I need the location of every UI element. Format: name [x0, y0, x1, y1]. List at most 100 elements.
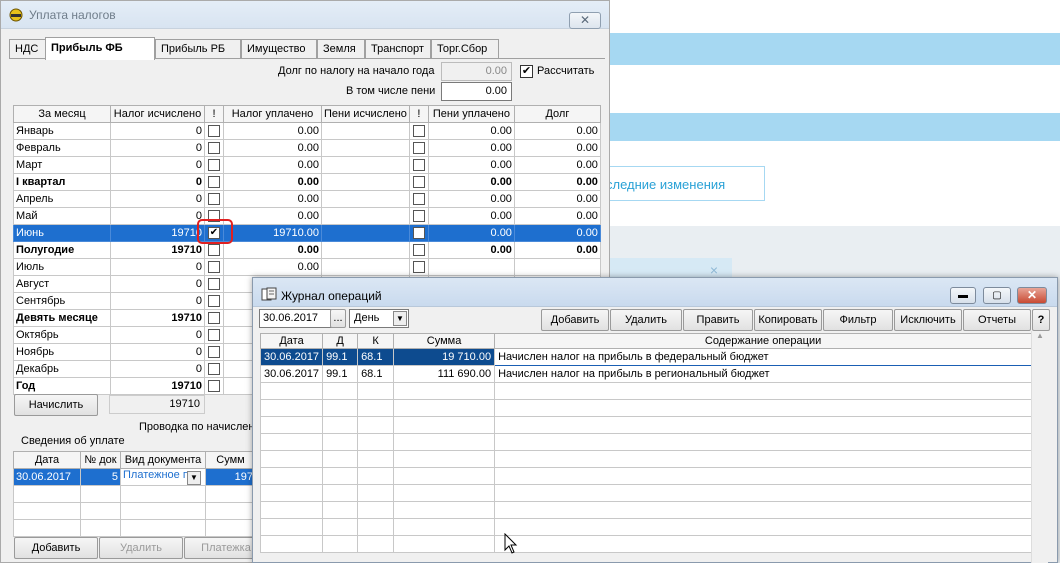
j-col-content[interactable]: Содержание операции — [494, 333, 1033, 349]
tax-flag-checkbox[interactable] — [208, 159, 220, 172]
tax-calc-cell[interactable]: 0 — [110, 173, 205, 191]
journal-row[interactable]: 30.06.2017 99.1 68.1 19 710.00 Начислен нало… — [259, 348, 1033, 366]
month-cell[interactable]: Девять месяце — [13, 309, 111, 327]
j-content[interactable]: Начислен налог на прибыль в региональный… — [494, 365, 1033, 383]
j-sum[interactable]: 111 690.00 — [393, 365, 496, 383]
journal-close-button[interactable]: ✕ — [1017, 287, 1047, 304]
tab-transport[interactable]: Транспорт — [365, 39, 431, 59]
pen-flag-checkbox[interactable] — [412, 176, 425, 189]
add-payment-button[interactable]: Добавить — [14, 537, 98, 559]
pen-flag-cell[interactable] — [408, 173, 429, 191]
month-cell[interactable]: Февраль — [13, 139, 111, 157]
tax-paid-cell[interactable]: 0.00 — [223, 241, 322, 259]
tax-flag-cell[interactable] — [204, 343, 224, 361]
pay-col-sum[interactable]: Сумм — [205, 451, 256, 469]
col-pen-calc[interactable]: Пени исчислено — [321, 105, 410, 123]
date-picker-button[interactable]: ... — [330, 309, 346, 328]
tax-flag-checkbox[interactable] — [208, 193, 220, 206]
period-dropdown-icon[interactable]: ▼ — [393, 311, 407, 326]
pen-calc-cell[interactable] — [321, 122, 410, 140]
tax-paid-cell[interactable]: 0.00 — [223, 258, 322, 276]
pen-flag-checkbox[interactable] — [412, 227, 425, 240]
bg-close-icon[interactable]: × — [710, 262, 718, 278]
pay-col-date[interactable]: Дата — [13, 451, 81, 469]
tax-flag-cell[interactable] — [204, 377, 224, 395]
tax-row[interactable]: I квартал 0 0.00 0.00 0.00 — [13, 173, 601, 191]
tax-row[interactable]: Февраль 0 0.00 0.00 0.00 — [13, 139, 601, 157]
tax-calc-cell[interactable]: 19710 — [110, 377, 205, 395]
pay-col-type[interactable]: Вид документа — [120, 451, 206, 469]
tax-flag-cell[interactable] — [204, 258, 224, 276]
j-col-sum[interactable]: Сумма — [393, 333, 496, 349]
tax-row[interactable]: Апрель 0 0.00 0.00 0.00 — [13, 190, 601, 208]
tax-row[interactable]: Январь 0 0.00 0.00 0.00 — [13, 122, 601, 140]
tax-calc-cell[interactable]: 19710 — [110, 241, 205, 259]
tab-land[interactable]: Земля — [317, 39, 365, 59]
tax-flag-cell[interactable] — [204, 139, 224, 157]
tax-flag-checkbox[interactable] — [208, 329, 220, 342]
tax-flag-checkbox[interactable] — [208, 125, 220, 138]
pen-flag-checkbox[interactable] — [412, 193, 425, 206]
journal-scrollbar[interactable]: ▲ — [1031, 331, 1048, 563]
journal-edit-button[interactable]: Править — [683, 309, 753, 331]
tax-flag-cell[interactable] — [204, 190, 224, 208]
month-cell[interactable]: Апрель — [13, 190, 111, 208]
pen-paid-cell[interactable]: 0.00 — [427, 207, 515, 225]
month-cell[interactable]: Октябрь — [13, 326, 111, 344]
tax-row[interactable]: Полугодие 19710 0.00 0.00 0.00 — [13, 241, 601, 259]
month-cell[interactable]: Год — [13, 377, 111, 395]
pen-paid-cell[interactable]: 0.00 — [427, 122, 515, 140]
delete-payment-button[interactable]: Удалить — [99, 537, 183, 559]
pen-calc-cell[interactable] — [321, 139, 410, 157]
calc-button[interactable]: Начислить — [14, 394, 98, 416]
month-cell[interactable]: I квартал — [13, 173, 111, 191]
scroll-up-icon[interactable]: ▲ — [1036, 331, 1044, 340]
month-cell[interactable]: Январь — [13, 122, 111, 140]
dropdown-arrow-icon[interactable]: ▼ — [187, 471, 201, 485]
debt-cell[interactable] — [513, 258, 601, 276]
debt-cell[interactable]: 0.00 — [513, 173, 601, 191]
tax-paid-cell[interactable]: 0.00 — [223, 122, 322, 140]
tax-calc-cell[interactable]: 0 — [110, 122, 205, 140]
col-tax-calc[interactable]: Налог исчислено — [110, 105, 205, 123]
tax-calc-cell[interactable]: 0 — [110, 190, 205, 208]
period-select[interactable]: День ▼ — [349, 309, 409, 328]
month-cell[interactable]: Март — [13, 156, 111, 174]
help-button[interactable]: ? — [1032, 309, 1050, 331]
journal-add-button[interactable]: Добавить — [541, 309, 609, 331]
month-cell[interactable]: Ноябрь — [13, 343, 111, 361]
debt-cell[interactable]: 0.00 — [513, 156, 601, 174]
tax-calc-cell[interactable]: 0 — [110, 360, 205, 378]
month-cell[interactable]: Декабрь — [13, 360, 111, 378]
pen-paid-cell[interactable]: 0.00 — [427, 190, 515, 208]
j-date[interactable]: 30.06.2017 — [259, 348, 324, 366]
tax-row[interactable]: Май 0 0.00 0.00 0.00 — [13, 207, 601, 225]
tax-flag-cell[interactable] — [204, 292, 224, 310]
pen-flag-cell[interactable] — [408, 241, 429, 259]
j-date[interactable]: 30.06.2017 — [259, 365, 324, 383]
tax-flag-checkbox[interactable] — [208, 295, 220, 308]
tax-flag-cell[interactable] — [204, 241, 224, 259]
penalty-field[interactable]: 0.00 — [441, 82, 512, 101]
j-content[interactable]: Начислен налог на прибыль в федеральный … — [494, 348, 1033, 366]
tax-calc-cell[interactable]: 0 — [110, 343, 205, 361]
tax-row[interactable]: Март 0 0.00 0.00 0.00 — [13, 156, 601, 174]
pen-calc-cell[interactable] — [321, 258, 410, 276]
tax-calc-cell[interactable]: 0 — [110, 292, 205, 310]
tab-profit-rb[interactable]: Прибыль РБ — [155, 39, 241, 59]
pen-flag-cell[interactable] — [408, 156, 429, 174]
pen-flag-cell[interactable] — [408, 258, 429, 276]
close-button[interactable]: ✕ — [569, 12, 601, 29]
tax-calc-cell[interactable]: 0 — [110, 258, 205, 276]
tax-calc-cell[interactable]: 0 — [110, 207, 205, 225]
j-credit[interactable]: 68.1 — [357, 365, 395, 383]
tax-calc-cell[interactable]: 19710 — [110, 224, 205, 242]
journal-exclude-button[interactable]: Исключить — [894, 309, 962, 331]
tax-calc-cell[interactable]: 0 — [110, 156, 205, 174]
tax-calc-cell[interactable]: 19710 — [110, 309, 205, 327]
pen-flag-checkbox[interactable] — [412, 125, 425, 138]
tax-flag-cell[interactable] — [204, 360, 224, 378]
tax-paid-cell[interactable]: 0.00 — [223, 156, 322, 174]
col-flag2[interactable]: ! — [408, 105, 429, 123]
month-cell[interactable]: Май — [13, 207, 111, 225]
